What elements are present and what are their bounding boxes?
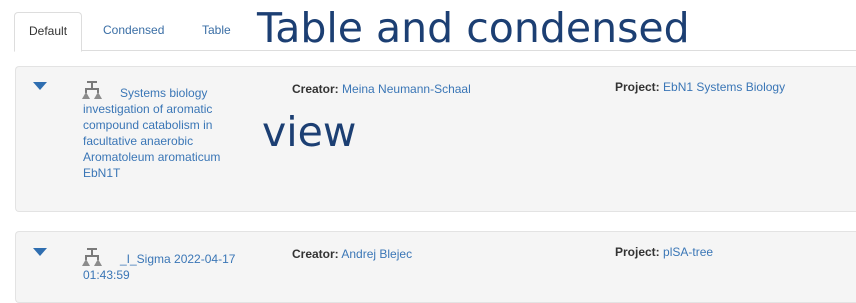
project-label: Project: <box>615 245 660 259</box>
project-link[interactable]: plSA-tree <box>663 245 713 259</box>
expand-toggle-icon[interactable] <box>33 82 47 90</box>
investigation-title-link[interactable]: _I_Sigma 2022-04-17 01:43:59 <box>83 251 261 283</box>
creator-field: Creator: Andrej Blejec <box>292 246 412 262</box>
tab-default[interactable]: Default <box>14 12 83 52</box>
creator-link[interactable]: Andrej Blejec <box>341 247 412 261</box>
project-label: Project: <box>615 80 660 94</box>
project-field: Project: EbN1 Systems Biology <box>615 79 785 95</box>
overlay-caption-line1: Table and condensed <box>257 4 690 52</box>
project-link[interactable]: EbN1 Systems Biology <box>663 80 785 94</box>
tab-condensed[interactable]: Condensed <box>103 12 164 49</box>
expand-toggle-icon[interactable] <box>33 248 47 256</box>
tab-table[interactable]: Table <box>202 12 231 49</box>
overlay-caption-line2: view <box>262 108 357 156</box>
creator-label: Creator: <box>292 247 339 261</box>
creator-field: Creator: Meina Neumann-Schaal <box>292 81 471 97</box>
investigation-title-link[interactable]: Systems biology investigation of aromati… <box>83 85 261 181</box>
creator-label: Creator: <box>292 82 339 96</box>
creator-link[interactable]: Meina Neumann-Schaal <box>342 82 471 96</box>
project-field: Project: plSA-tree <box>615 244 713 260</box>
